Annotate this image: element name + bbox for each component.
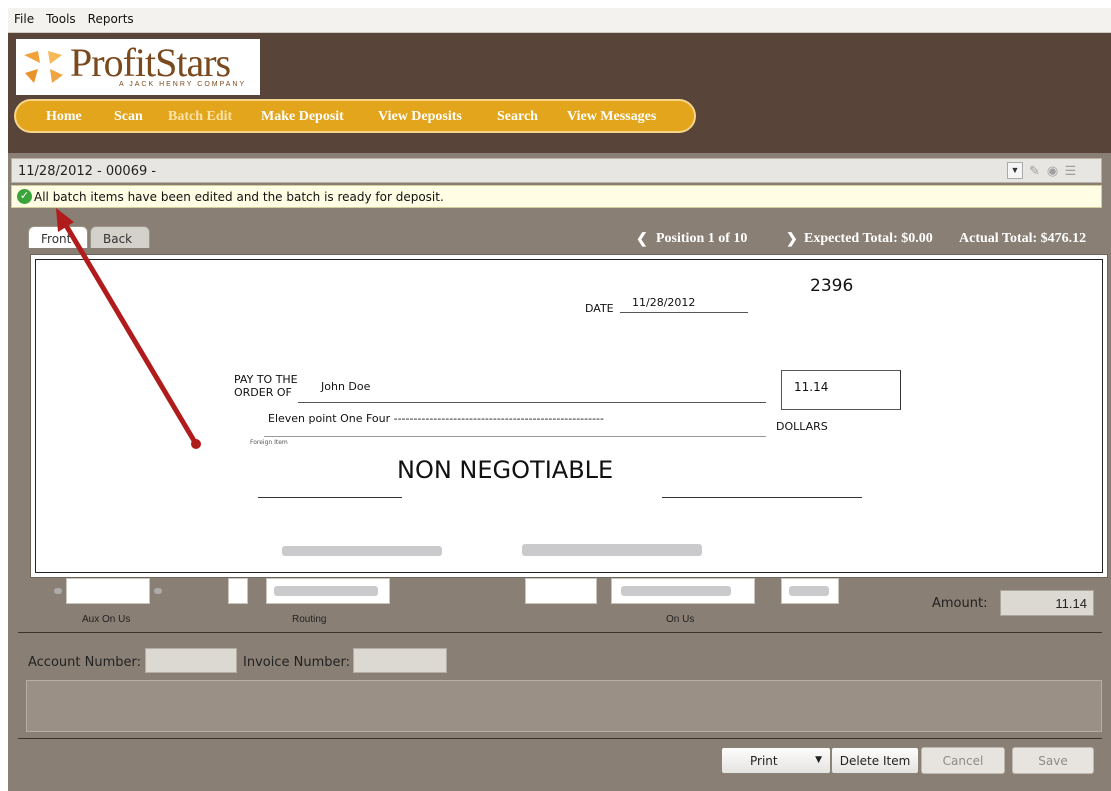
tab-front[interactable]: Front: [28, 226, 88, 248]
actual-total: Actual Total: $476.12: [959, 231, 1087, 246]
app-window: File Tools Reports ProfitStars A JACK HENR…: [8, 8, 1111, 791]
micr-account-redacted: [522, 544, 702, 556]
non-negotiable-stamp: NON NEGOTIABLE: [397, 456, 614, 484]
logo: ProfitStars A JACK HENRY COMPANY: [16, 39, 260, 95]
nav-batch-edit[interactable]: Batch Edit: [168, 109, 232, 125]
next-position-icon[interactable]: ❯: [786, 231, 798, 248]
micr-routing-redacted: [282, 546, 442, 556]
check-amount-figure: 11.14: [794, 380, 829, 394]
delete-item-button[interactable]: Delete Item: [831, 747, 919, 774]
on-us-3-redacted: [789, 586, 829, 596]
pay-to-label-line2: ORDER OF: [234, 386, 292, 399]
nav-scan[interactable]: Scan: [114, 109, 143, 125]
on-us-label: On Us: [666, 614, 695, 625]
signature-line-left: [258, 497, 402, 498]
pencil-icon[interactable]: ✎: [1026, 162, 1043, 179]
menu-reports[interactable]: Reports: [82, 8, 140, 26]
aux-on-us-label: Aux On Us: [82, 614, 131, 625]
memo-text: Foreign Item: [250, 439, 288, 446]
position-label: Position 1 of 10: [656, 231, 748, 246]
routing-label: Routing: [292, 614, 327, 625]
aux-on-us-symbol: [54, 588, 62, 594]
status-notice-text: All batch items have been edited and the…: [34, 190, 444, 204]
menu-bar: File Tools Reports: [8, 8, 1111, 33]
on-us-field-1[interactable]: [525, 578, 597, 604]
notes-area[interactable]: [26, 680, 1102, 732]
main-nav: Home Scan Batch Edit Make Deposit View D…: [14, 99, 696, 133]
menu-tools[interactable]: Tools: [40, 8, 82, 26]
app-header: ProfitStars A JACK HENRY COMPANY Home Sc…: [8, 33, 1111, 153]
aux-on-us-field[interactable]: [66, 578, 150, 604]
written-amount: Eleven point One Four ------------------…: [268, 412, 604, 425]
chevron-down-icon[interactable]: ▼: [1007, 162, 1023, 179]
cancel-button[interactable]: Cancel: [921, 747, 1005, 774]
dollars-label: DOLLARS: [776, 420, 828, 433]
nav-home[interactable]: Home: [46, 109, 82, 125]
nav-search[interactable]: Search: [497, 109, 538, 125]
check-number: 2396: [810, 276, 854, 296]
check-image: 2396 DATE 11/28/2012 PAY TO THE ORDER OF…: [35, 259, 1103, 573]
written-amount-line: [264, 436, 766, 437]
payee-name: John Doe: [321, 380, 371, 393]
print-button-label: Print: [750, 754, 778, 768]
payee-line: [298, 402, 766, 403]
account-number-field[interactable]: [145, 648, 237, 673]
expected-total: Expected Total: $0.00: [804, 231, 933, 246]
list-icon[interactable]: ☰: [1062, 162, 1079, 179]
batch-selected-value: 11/28/2012 - 00069 -: [18, 164, 157, 179]
on-us-redacted: [621, 586, 731, 596]
invoice-number-label: Invoice Number:: [243, 655, 350, 670]
invoice-number-field[interactable]: [353, 648, 447, 673]
batch-selector[interactable]: 11/28/2012 - 00069 - ▼ ✎ ◉ ☰: [11, 158, 1102, 183]
pay-to-label-line1: PAY TO THE: [234, 373, 298, 386]
tab-back[interactable]: Back: [90, 226, 150, 248]
prev-position-icon[interactable]: ❮: [636, 231, 648, 248]
check-circle-icon: ✓: [17, 189, 32, 204]
logo-star-icon: [24, 51, 63, 83]
menu-file[interactable]: File: [8, 8, 40, 26]
print-button[interactable]: Print ▼: [721, 747, 831, 774]
account-number-label: Account Number:: [28, 655, 141, 670]
aux-on-us-symbol-end: [154, 588, 162, 594]
nav-make-deposit[interactable]: Make Deposit: [261, 109, 344, 125]
routing-redacted: [274, 586, 378, 596]
logo-tagline: A JACK HENRY COMPANY: [119, 81, 247, 88]
save-button[interactable]: Save: [1012, 747, 1094, 774]
divider-bottom: [18, 738, 1102, 739]
amount-field[interactable]: 11.14: [1000, 590, 1094, 616]
signature-line-right: [662, 497, 862, 498]
amount-label: Amount:: [932, 596, 988, 611]
chevron-down-icon[interactable]: ▼: [815, 755, 822, 765]
status-notice: ✓ All batch items have been edited and t…: [11, 185, 1102, 208]
check-date-label: DATE: [585, 302, 614, 315]
routing-prefix-field[interactable]: [228, 578, 248, 604]
eye-icon[interactable]: ◉: [1044, 162, 1061, 179]
divider-top: [18, 632, 1102, 633]
date-line: [620, 312, 748, 313]
nav-view-deposits[interactable]: View Deposits: [378, 109, 462, 125]
logo-wordmark: ProfitStars: [70, 40, 231, 85]
check-date: 11/28/2012: [632, 296, 696, 309]
check-image-panel: 2396 DATE 11/28/2012 PAY TO THE ORDER OF…: [30, 254, 1108, 578]
nav-view-messages[interactable]: View Messages: [567, 109, 656, 125]
